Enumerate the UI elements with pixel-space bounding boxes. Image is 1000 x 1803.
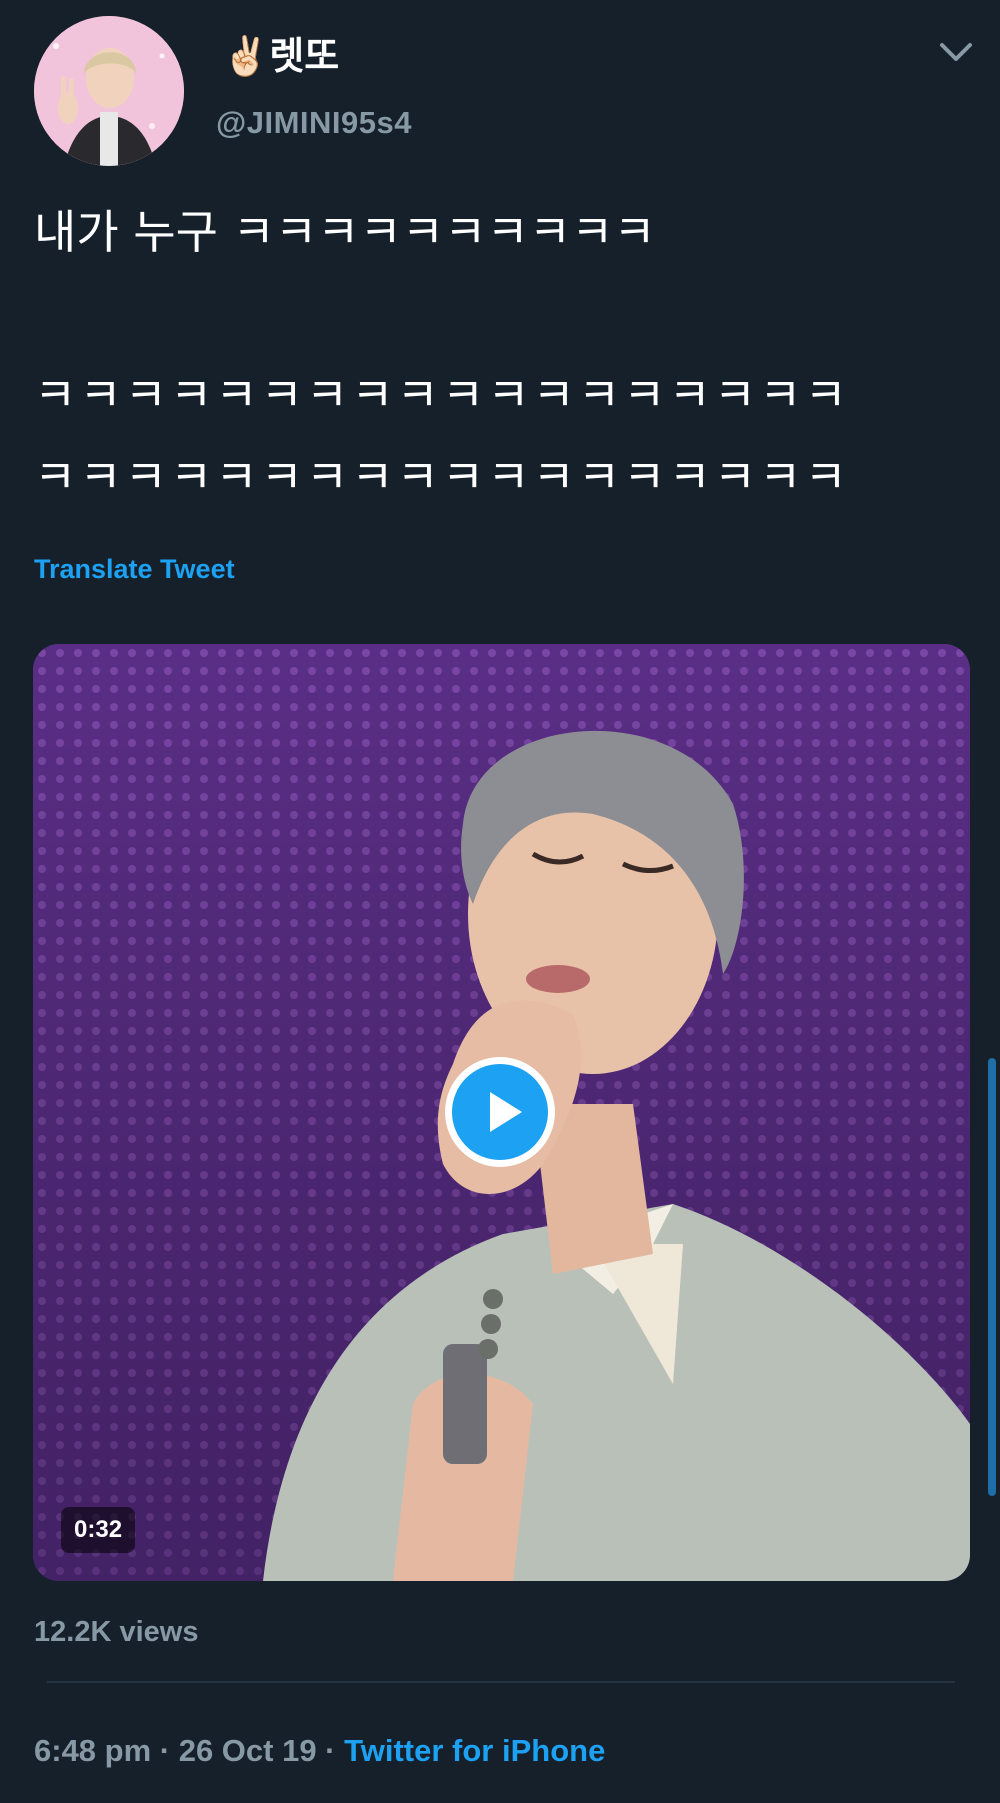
translate-tweet-link[interactable]: Translate Tweet xyxy=(34,552,235,586)
divider xyxy=(47,1681,955,1683)
user-handle[interactable]: @JIMINI95s4 xyxy=(216,105,412,141)
view-count: 12.2K views xyxy=(34,1616,199,1648)
chevron-down-icon[interactable] xyxy=(938,40,974,64)
play-icon xyxy=(490,1092,522,1132)
display-name-text: 렛또 xyxy=(269,34,340,78)
tweet-metadata: 6:48 pm · 26 Oct 19 · Twitter for iPhone xyxy=(34,1731,605,1771)
tweet-text: 내가 누구 ㅋㅋㅋㅋㅋㅋㅋㅋㅋㅋ ㅋㅋㅋㅋㅋㅋㅋㅋㅋㅋㅋㅋㅋㅋㅋㅋㅋㅋ ㅋㅋㅋㅋ… xyxy=(34,200,964,518)
play-button[interactable] xyxy=(445,1057,555,1167)
avatar[interactable] xyxy=(34,16,184,166)
avatar-image xyxy=(34,16,184,166)
tweet-text-line: ㅋㅋㅋㅋㅋㅋㅋㅋㅋㅋㅋㅋㅋㅋㅋㅋㅋㅋ xyxy=(34,450,850,504)
scrollbar[interactable] xyxy=(988,1058,996,1496)
video-duration-badge: 0:32 xyxy=(61,1507,136,1553)
display-name[interactable]: ✌🏻렛또 xyxy=(222,34,339,78)
tweet-client-link[interactable]: Twitter for iPhone xyxy=(344,1733,605,1768)
victory-hand-emoji: ✌🏻 xyxy=(222,34,270,78)
tweet-text-line: ㅋㅋㅋㅋㅋㅋㅋㅋㅋㅋㅋㅋㅋㅋㅋㅋㅋㅋ xyxy=(34,368,850,422)
tweet-text-line: 내가 누구 ㅋㅋㅋㅋㅋㅋㅋㅋㅋㅋ xyxy=(34,205,656,259)
tweet-timestamp[interactable]: 6:48 pm · 26 Oct 19 · xyxy=(34,1733,344,1768)
